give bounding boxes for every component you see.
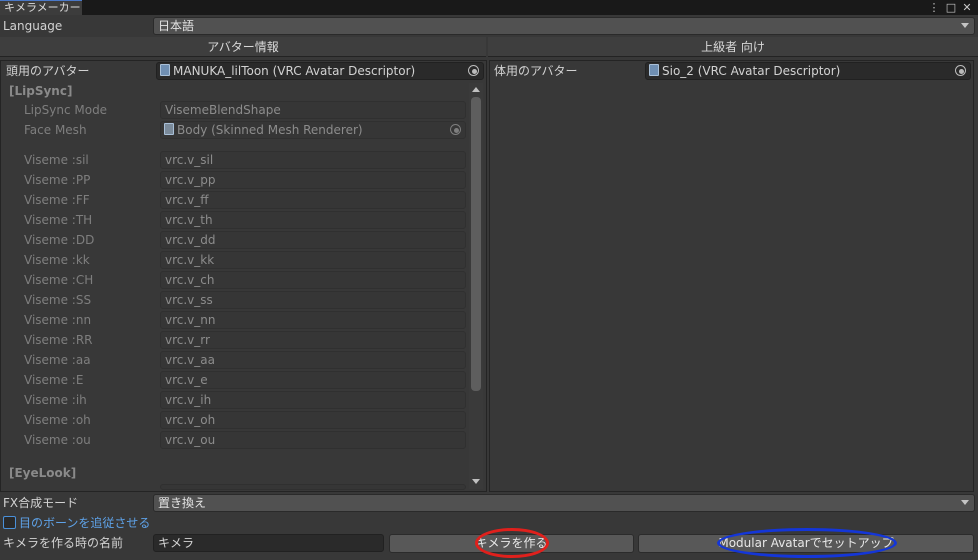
viseme-label: Viseme :TH <box>24 213 93 227</box>
viseme-field: vrc.v_dd <box>160 231 466 249</box>
viseme-label: Viseme :SS <box>24 293 92 307</box>
window-title-bar <box>0 0 978 15</box>
close-icon[interactable]: ✕ <box>960 0 974 15</box>
viseme-label: Viseme :ih <box>24 393 87 407</box>
body-avatar-value: Sio_2 (VRC Avatar Descriptor) <box>662 64 841 78</box>
viseme-label: Viseme :PP <box>24 173 91 187</box>
window-title: キメラメーカー <box>4 1 81 14</box>
language-value: 日本語 <box>158 19 195 33</box>
language-label: Language <box>3 19 63 33</box>
right-panel <box>489 60 974 492</box>
lipsync-section-header: [LipSync] <box>9 84 73 98</box>
chimera-name-label: キメラを作る時の名前 <box>3 536 124 550</box>
viseme-field: vrc.v_nn <box>160 311 466 329</box>
follow-eye-bone-label[interactable]: 目のボーンを追従させる <box>19 514 150 532</box>
object-picker-icon <box>450 124 461 135</box>
fx-mode-value: 置き換え <box>158 496 207 510</box>
viseme-field: vrc.v_kk <box>160 251 466 269</box>
object-picker-icon[interactable] <box>468 65 479 76</box>
viseme-label: Viseme :ou <box>24 433 91 447</box>
viseme-field: vrc.v_ff <box>160 191 466 209</box>
chimera-name-input[interactable]: キメラ <box>153 534 384 552</box>
viseme-field: vrc.v_ss <box>160 291 466 309</box>
viseme-label: Viseme :RR <box>24 333 93 347</box>
viseme-field: vrc.v_sil <box>160 151 466 169</box>
viseme-label: Viseme :FF <box>24 193 90 207</box>
viseme-field: vrc.v_th <box>160 211 466 229</box>
follow-eye-bone-checkbox[interactable] <box>3 516 16 529</box>
viseme-label: Viseme :CH <box>24 273 94 287</box>
scroll-down-icon[interactable] <box>472 479 480 484</box>
viseme-label: Viseme :DD <box>24 233 95 247</box>
eyelook-partial-field <box>160 484 466 490</box>
avatar-descriptor-icon <box>160 64 170 76</box>
viseme-field: vrc.v_aa <box>160 351 466 369</box>
viseme-label: Viseme :aa <box>24 353 91 367</box>
avatar-descriptor-icon <box>649 64 659 76</box>
more-vert-icon[interactable]: ⋮ <box>927 0 941 15</box>
viseme-field: vrc.v_rr <box>160 331 466 349</box>
viseme-field: vrc.v_oh <box>160 411 466 429</box>
viseme-label: Viseme :nn <box>24 313 92 327</box>
eyelook-section-header: [EyeLook] <box>9 466 77 480</box>
body-avatar-field[interactable]: Sio_2 (VRC Avatar Descriptor) <box>645 62 971 80</box>
head-avatar-label: 頭用のアバター <box>6 64 90 78</box>
head-avatar-field[interactable]: MANUKA_lilToon (VRC Avatar Descriptor) <box>156 62 484 80</box>
viseme-field: vrc.v_ou <box>160 431 466 449</box>
viseme-field: vrc.v_pp <box>160 171 466 189</box>
viseme-label: Viseme :E <box>24 373 84 387</box>
red-highlight-circle <box>475 528 549 558</box>
window-tab[interactable]: キメラメーカー <box>0 0 82 15</box>
object-picker-icon[interactable] <box>955 65 966 76</box>
lipsync-mode-field: VisemeBlendShape <box>160 101 466 119</box>
head-avatar-value: MANUKA_lilToon (VRC Avatar Descriptor) <box>173 64 416 78</box>
face-mesh-label: Face Mesh <box>24 123 87 137</box>
body-avatar-label: 体用のアバター <box>494 64 578 78</box>
scrollbar-thumb[interactable] <box>471 97 481 391</box>
chevron-down-icon <box>961 500 969 505</box>
viseme-field: vrc.v_ih <box>160 391 466 409</box>
viseme-field: vrc.v_ch <box>160 271 466 289</box>
blue-highlight-circle <box>717 528 897 558</box>
language-dropdown[interactable]: 日本語 <box>153 17 975 35</box>
tab-avatar-info[interactable]: アバター情報 <box>0 37 486 57</box>
face-mesh-value: Body (Skinned Mesh Renderer) <box>177 123 363 137</box>
lipsync-mode-label: LipSync Mode <box>24 103 108 117</box>
viseme-label: Viseme :kk <box>24 253 90 267</box>
chevron-down-icon <box>961 23 969 28</box>
viseme-label: Viseme :sil <box>24 153 89 167</box>
skinned-mesh-icon <box>164 123 174 135</box>
fx-mode-label: FX合成モード <box>3 496 79 510</box>
tab-advanced[interactable]: 上級者 向け <box>488 37 978 57</box>
scroll-up-icon[interactable] <box>472 87 480 92</box>
face-mesh-field: Body (Skinned Mesh Renderer) <box>160 121 466 139</box>
maximize-icon[interactable]: □ <box>944 0 958 15</box>
viseme-field: vrc.v_e <box>160 371 466 389</box>
viseme-label: Viseme :oh <box>24 413 91 427</box>
fx-mode-dropdown[interactable]: 置き換え <box>153 494 975 512</box>
